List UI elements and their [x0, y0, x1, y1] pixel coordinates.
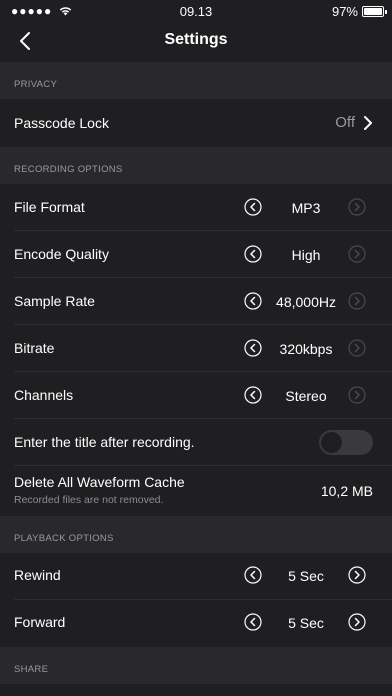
section-header-recording: RECORDING OPTIONS — [0, 147, 392, 184]
bitrate-row: Bitrate 320kbps — [0, 325, 392, 372]
channels-row: Channels Stereo — [0, 372, 392, 419]
sample-rate-value: 48,000Hz — [276, 294, 336, 310]
battery-icon — [362, 6, 387, 17]
passcode-lock-value: Off — [335, 114, 355, 131]
title-after-recording-label: Enter the title after recording. — [14, 434, 195, 450]
rewind-label: Rewind — [14, 567, 61, 583]
toggle-knob — [321, 432, 342, 453]
increment-right-icon[interactable] — [348, 613, 366, 631]
decrement-left-icon[interactable] — [244, 386, 262, 404]
channels-value: Stereo — [285, 388, 327, 404]
forward-value: 5 Sec — [288, 615, 324, 631]
forward-label: Forward — [14, 614, 66, 630]
file-format-row: File Format MP3 — [0, 184, 392, 231]
passcode-lock-label: Passcode Lock — [14, 115, 109, 131]
section-title: RECORDING OPTIONS — [14, 164, 123, 175]
increment-right-icon[interactable] — [348, 386, 366, 404]
channels-label: Channels — [14, 387, 74, 403]
increment-right-icon[interactable] — [348, 566, 366, 584]
delete-cache-label: Delete All Waveform Cache — [14, 474, 185, 490]
battery-percent: 97% — [331, 4, 358, 19]
section-header-playback: PLAYBACK OPTIONS — [0, 516, 392, 553]
section-title: PLAYBACK OPTIONS — [14, 533, 114, 544]
section-title: SHARE — [14, 664, 49, 675]
bitrate-label: Bitrate — [14, 340, 55, 356]
cache-size-value: 10,2 MB — [320, 483, 373, 499]
increment-right-icon[interactable] — [348, 339, 366, 357]
rewind-value: 5 Sec — [288, 568, 324, 584]
increment-right-icon[interactable] — [348, 292, 366, 310]
delete-cache-row[interactable]: Delete All Waveform Cache Recorded files… — [0, 466, 392, 516]
encode-quality-value: High — [291, 247, 321, 263]
encode-quality-label: Encode Quality — [14, 246, 109, 262]
section-header-share: SHARE — [0, 647, 392, 684]
section-header-privacy: PRIVACY — [0, 62, 392, 99]
section-title: PRIVACY — [14, 79, 58, 90]
navigation-bar: Settings — [0, 22, 392, 62]
status-bar: ●●●●● 09.13 97% — [0, 0, 392, 22]
title-after-recording-toggle[interactable] — [319, 430, 373, 455]
bitrate-value: 320kbps — [279, 341, 333, 357]
decrement-left-icon[interactable] — [244, 198, 262, 216]
rewind-row: Rewind 5 Sec — [0, 553, 392, 600]
file-format-label: File Format — [14, 199, 85, 215]
decrement-left-icon[interactable] — [244, 566, 262, 584]
sample-rate-row: Sample Rate 48,000Hz — [0, 278, 392, 325]
decrement-left-icon[interactable] — [244, 339, 262, 357]
title-after-recording-row: Enter the title after recording. — [0, 419, 392, 466]
increment-right-icon[interactable] — [348, 245, 366, 263]
delete-cache-sublabel: Recorded files are not removed. — [14, 494, 164, 506]
forward-row: Forward 5 Sec — [0, 600, 392, 647]
chevron-right-icon — [364, 116, 372, 130]
passcode-lock-row[interactable]: Passcode Lock Off — [0, 99, 392, 147]
file-format-value: MP3 — [291, 200, 321, 216]
sample-rate-label: Sample Rate — [14, 293, 95, 309]
encode-quality-row: Encode Quality High — [0, 231, 392, 278]
decrement-left-icon[interactable] — [244, 245, 262, 263]
share-row[interactable] — [0, 684, 392, 696]
page-title: Settings — [164, 31, 228, 48]
decrement-left-icon[interactable] — [244, 292, 262, 310]
increment-right-icon[interactable] — [348, 198, 366, 216]
decrement-left-icon[interactable] — [244, 613, 262, 631]
